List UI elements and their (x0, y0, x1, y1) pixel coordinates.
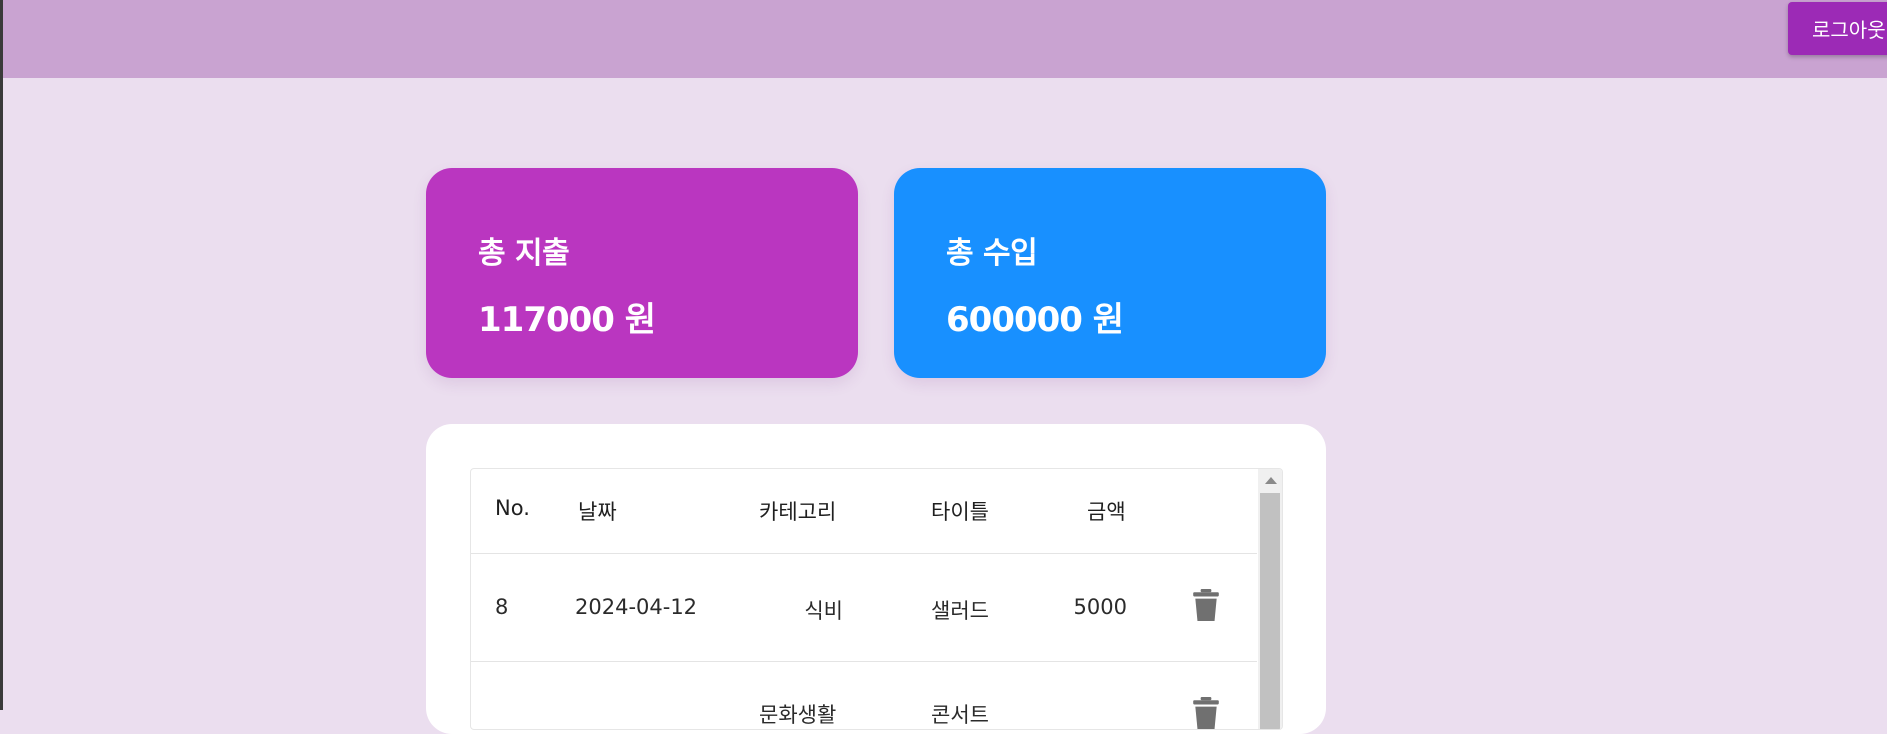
row-date: 2024-04-12 (575, 595, 698, 619)
scroll-up-arrow-icon[interactable] (1265, 477, 1277, 484)
table-row: 문화생활 콘서트 (471, 661, 1257, 729)
delete-trash-icon[interactable] (1193, 589, 1219, 621)
total-income-card: 총 수입 600000 원 (894, 168, 1326, 378)
table-header-row: No. 날짜 카테고리 타이틀 금액 (471, 469, 1257, 554)
row-title: 샐러드 (931, 599, 989, 623)
row-amount: 5000 (1073, 595, 1127, 619)
delete-trash-icon[interactable] (1193, 697, 1219, 729)
column-header-no: No. (495, 496, 530, 520)
row-no: 8 (495, 595, 509, 619)
table-row: 8 2024-04-12 식비 샐러드 5000 (471, 553, 1257, 662)
total-income-label: 총 수입 (946, 236, 1038, 271)
column-header-title: 타이틀 (931, 500, 989, 524)
transactions-table: No. 날짜 카테고리 타이틀 금액 8 2024-04-12 식비 샐러드 5… (470, 468, 1283, 730)
top-bar (3, 0, 1887, 78)
total-expense-value: 117000 원 (478, 300, 656, 340)
column-header-amount: 금액 (1087, 500, 1126, 524)
row-category: 문화생활 (759, 703, 837, 727)
total-expense-label: 총 지출 (478, 236, 570, 271)
transactions-panel: No. 날짜 카테고리 타이틀 금액 8 2024-04-12 식비 샐러드 5… (426, 424, 1326, 734)
scrollbar-thumb[interactable] (1260, 493, 1280, 729)
logout-button[interactable]: 로그아웃 (1788, 2, 1887, 55)
row-title: 콘서트 (931, 703, 989, 727)
column-header-category: 카테고리 (759, 500, 837, 524)
window-edge (0, 0, 3, 710)
column-header-date: 날짜 (578, 500, 617, 524)
total-income-value: 600000 원 (946, 300, 1124, 340)
row-category: 식비 (804, 599, 843, 623)
total-expense-card: 총 지출 117000 원 (426, 168, 858, 378)
table-scrollbar[interactable] (1258, 469, 1282, 729)
